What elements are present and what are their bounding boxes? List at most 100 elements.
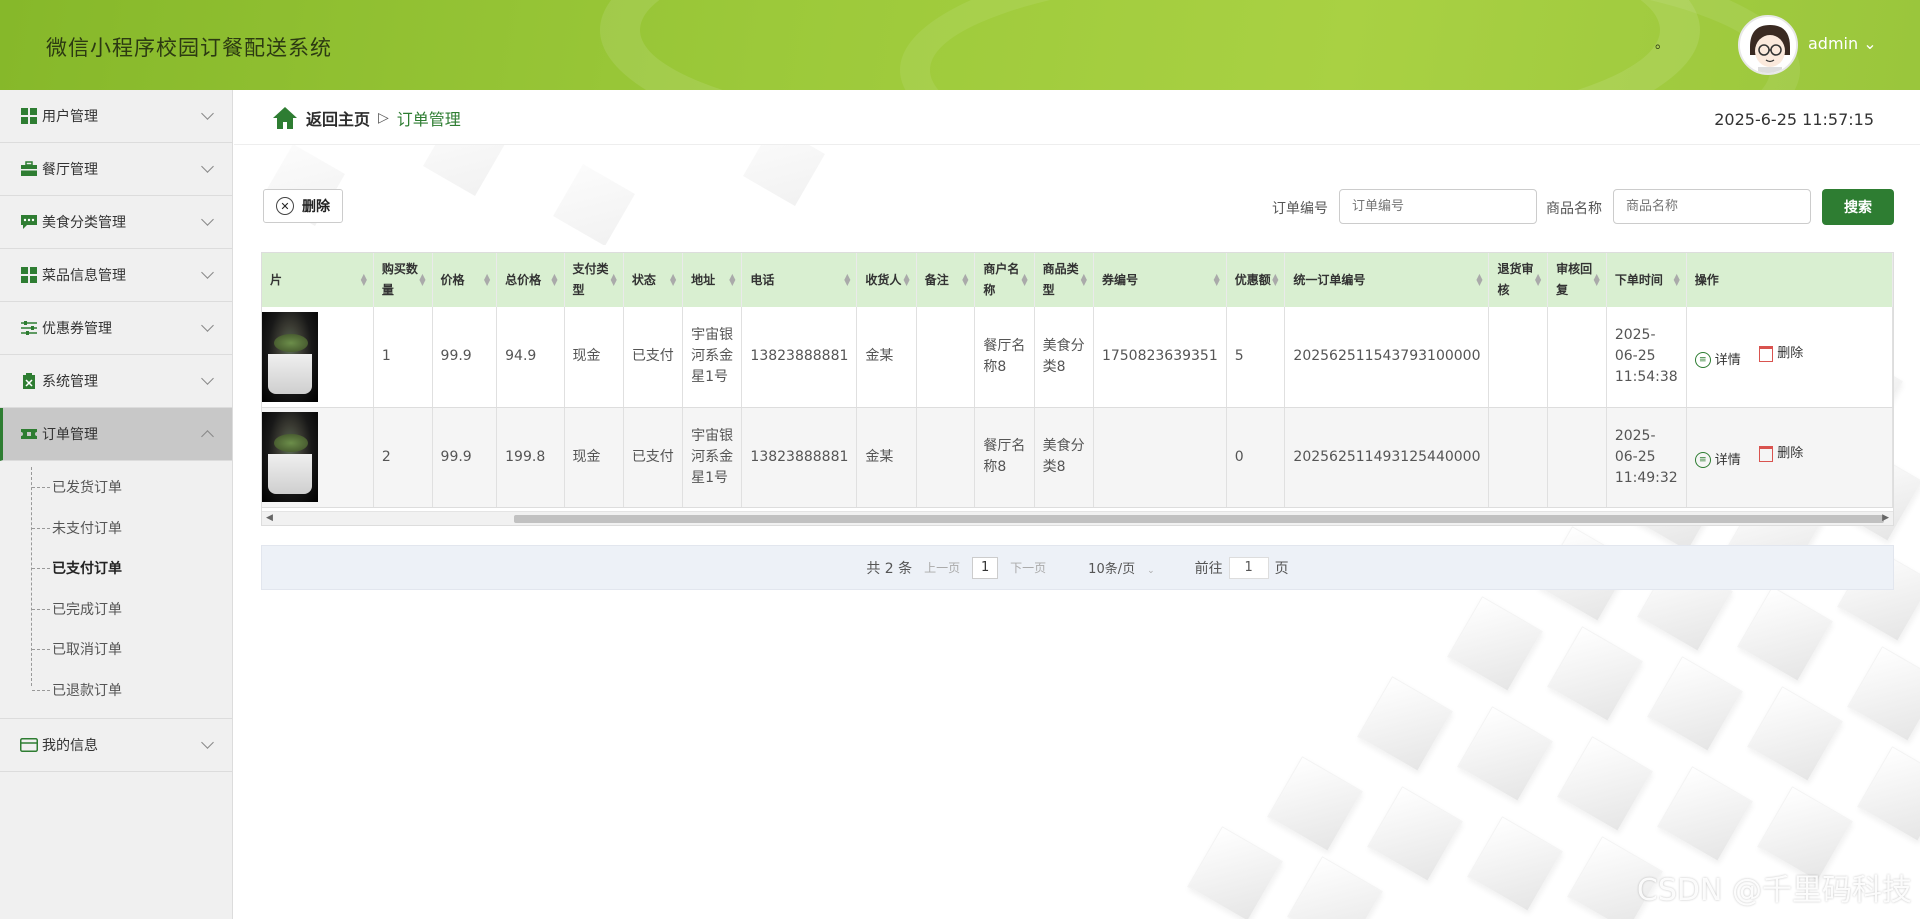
column-header[interactable]: 审核回复 ▲ ▼: [1547, 253, 1607, 307]
column-header[interactable]: 优惠额 ▲ ▼: [1226, 253, 1286, 307]
goto-label: 前往: [1194, 560, 1223, 577]
cell-status: 已支付: [623, 407, 684, 508]
orders-table: 片 ▲ ▼ 购买数量 ▲ ▼ 价格 ▲ ▼ 总价格 ▲ ▼ 支付类型 ▲ ▼ 状态 ▲ ▼ 地址 ▲ ▼ 电…: [261, 252, 1894, 526]
sort-icon: ▲ ▼: [1535, 272, 1542, 287]
cell-status: 已支付: [623, 307, 684, 408]
chevron-down-icon: [201, 372, 214, 385]
cell-coupon: 1750823639351: [1093, 307, 1227, 408]
chevron-down-icon: [201, 266, 214, 279]
cell-return-review: [1488, 407, 1549, 508]
cell-merchant: 餐厅名称8: [974, 307, 1035, 408]
sidebar-item-my-info[interactable]: 我的信息: [0, 719, 232, 772]
product-image[interactable]: [262, 311, 318, 402]
column-header[interactable]: 总价格 ▲ ▼: [496, 253, 565, 307]
column-header[interactable]: 下单时间 ▲ ▼: [1606, 253, 1687, 307]
sort-icon: ▲ ▼: [1593, 272, 1600, 287]
cell-discount: 5: [1226, 307, 1286, 408]
horizontal-scrollbar[interactable]: ◀ ▶: [262, 511, 1893, 525]
column-header[interactable]: 商品类型 ▲ ▼: [1034, 253, 1094, 307]
chevron-down-icon: [201, 213, 214, 226]
sort-icon: ▲ ▼: [1021, 272, 1028, 287]
batch-delete-button[interactable]: ✕ 删除: [263, 189, 343, 223]
sidebar-item-food-category[interactable]: 美食分类管理: [0, 196, 232, 249]
cell-qty: 2: [373, 407, 433, 508]
column-header[interactable]: 状态 ▲ ▼: [623, 253, 684, 307]
submenu-item-unpaid[interactable]: 未支付订单: [0, 508, 232, 549]
column-header[interactable]: 价格 ▲ ▼: [432, 253, 498, 307]
cell-order-no: 202562511493125440000: [1284, 407, 1490, 508]
submenu-item-completed[interactable]: 已完成订单: [0, 589, 232, 630]
cell-total: 94.9: [496, 307, 565, 408]
divider: [234, 144, 1920, 145]
product-image[interactable]: [262, 412, 318, 502]
column-header[interactable]: 购买数量 ▲ ▼: [373, 253, 433, 307]
prev-page-button[interactable]: 上一页: [924, 559, 960, 576]
sort-icon: ▲ ▼: [360, 272, 367, 287]
sidebar-item-label: 菜品信息管理: [42, 268, 126, 284]
sidebar-item-label: 餐厅管理: [42, 162, 98, 178]
home-icon[interactable]: [272, 106, 298, 130]
column-header[interactable]: 退货审核 ▲ ▼: [1488, 253, 1549, 307]
cell-type: 美食分类8: [1034, 407, 1094, 508]
submenu-item-shipped[interactable]: 已发货订单: [0, 467, 232, 508]
cell-return-review: [1488, 307, 1549, 408]
column-header[interactable]: 支付类型 ▲ ▼: [564, 253, 624, 307]
sidebar-item-label: 系统管理: [42, 374, 98, 390]
cell-coupon: [1093, 407, 1227, 508]
card-icon: [20, 736, 38, 754]
sidebar-item-orders[interactable]: 订单管理: [0, 408, 232, 461]
detail-icon: ≡: [1694, 352, 1711, 368]
goto-unit: 页: [1274, 560, 1289, 577]
breadcrumb-current: 订单管理: [396, 110, 461, 129]
user-menu[interactable]: admin ⌄: [1808, 34, 1877, 53]
breadcrumb-separator: ▷: [378, 110, 389, 126]
column-header[interactable]: 备注 ▲ ▼: [916, 253, 976, 307]
column-header[interactable]: 电话 ▲ ▼: [741, 253, 858, 307]
goto-page-input[interactable]: 1: [1228, 556, 1269, 579]
sidebar-item-label: 美食分类管理: [42, 215, 126, 231]
cell-receiver: 金某: [856, 307, 917, 408]
submenu-item-refunded[interactable]: 已退款订单: [0, 670, 232, 711]
product-name-label: 商品名称: [1546, 201, 1602, 217]
column-header[interactable]: 片 ▲ ▼: [262, 253, 374, 307]
sidebar-item-system[interactable]: 系统管理: [0, 355, 232, 408]
sort-icon: ▲ ▼: [419, 272, 426, 287]
sidebar-item-users[interactable]: 用户管理: [0, 90, 232, 143]
product-name-input[interactable]: [1613, 189, 1811, 224]
page-size-select[interactable]: 10条/页 ⌄: [1088, 558, 1154, 577]
next-page-button[interactable]: 下一页: [1010, 559, 1046, 576]
scrollbar-thumb[interactable]: [514, 515, 1884, 523]
submenu-item-paid[interactable]: 已支付订单: [0, 548, 232, 589]
column-header[interactable]: 收货人 ▲ ▼: [856, 253, 917, 307]
column-header[interactable]: 地址 ▲ ▼: [682, 253, 743, 307]
submenu-item-cancelled[interactable]: 已取消订单: [0, 629, 232, 670]
sidebar-item-dishes[interactable]: 菜品信息管理: [0, 249, 232, 302]
avatar[interactable]: [1738, 15, 1798, 75]
scroll-right-icon[interactable]: ▶: [1882, 513, 1889, 523]
cell-actions: ≡ 详情 删除: [1686, 407, 1893, 508]
scroll-left-icon[interactable]: ◀: [266, 513, 273, 523]
sidebar-item-coupons[interactable]: 优惠券管理: [0, 302, 232, 355]
cell-order-time: 2025-06-25 11:54:38: [1606, 307, 1687, 408]
detail-button[interactable]: ≡ 详情: [1694, 450, 1741, 471]
page-number[interactable]: 1: [972, 556, 999, 579]
column-header[interactable]: 统一订单编号 ▲ ▼: [1284, 253, 1490, 307]
sidebar-item-label: 优惠券管理: [42, 321, 112, 337]
sort-icon: ▲ ▼: [483, 272, 491, 287]
column-header[interactable]: 券编号 ▲ ▼: [1093, 253, 1227, 307]
sidebar-item-label: 订单管理: [42, 427, 98, 443]
delete-button[interactable]: 删除: [1759, 343, 1803, 364]
column-header[interactable]: 商户名称 ▲ ▼: [974, 253, 1035, 307]
sort-icon: ▲ ▼: [669, 272, 677, 287]
pager-total: 共 2 条: [866, 560, 913, 577]
sidebar-item-restaurants[interactable]: 餐厅管理: [0, 143, 232, 196]
delete-button[interactable]: 删除: [1759, 443, 1803, 464]
search-button[interactable]: 搜索: [1822, 189, 1894, 225]
detail-button[interactable]: ≡ 详情: [1694, 350, 1741, 371]
breadcrumb-home-link[interactable]: 返回主页: [306, 106, 370, 130]
chevron-down-icon: [201, 736, 214, 749]
cell-phone: 13823888881: [741, 407, 858, 508]
sidebar-item-label: 我的信息: [42, 738, 98, 754]
sort-icon: ▲ ▼: [962, 272, 969, 287]
order-no-input[interactable]: [1339, 189, 1537, 224]
